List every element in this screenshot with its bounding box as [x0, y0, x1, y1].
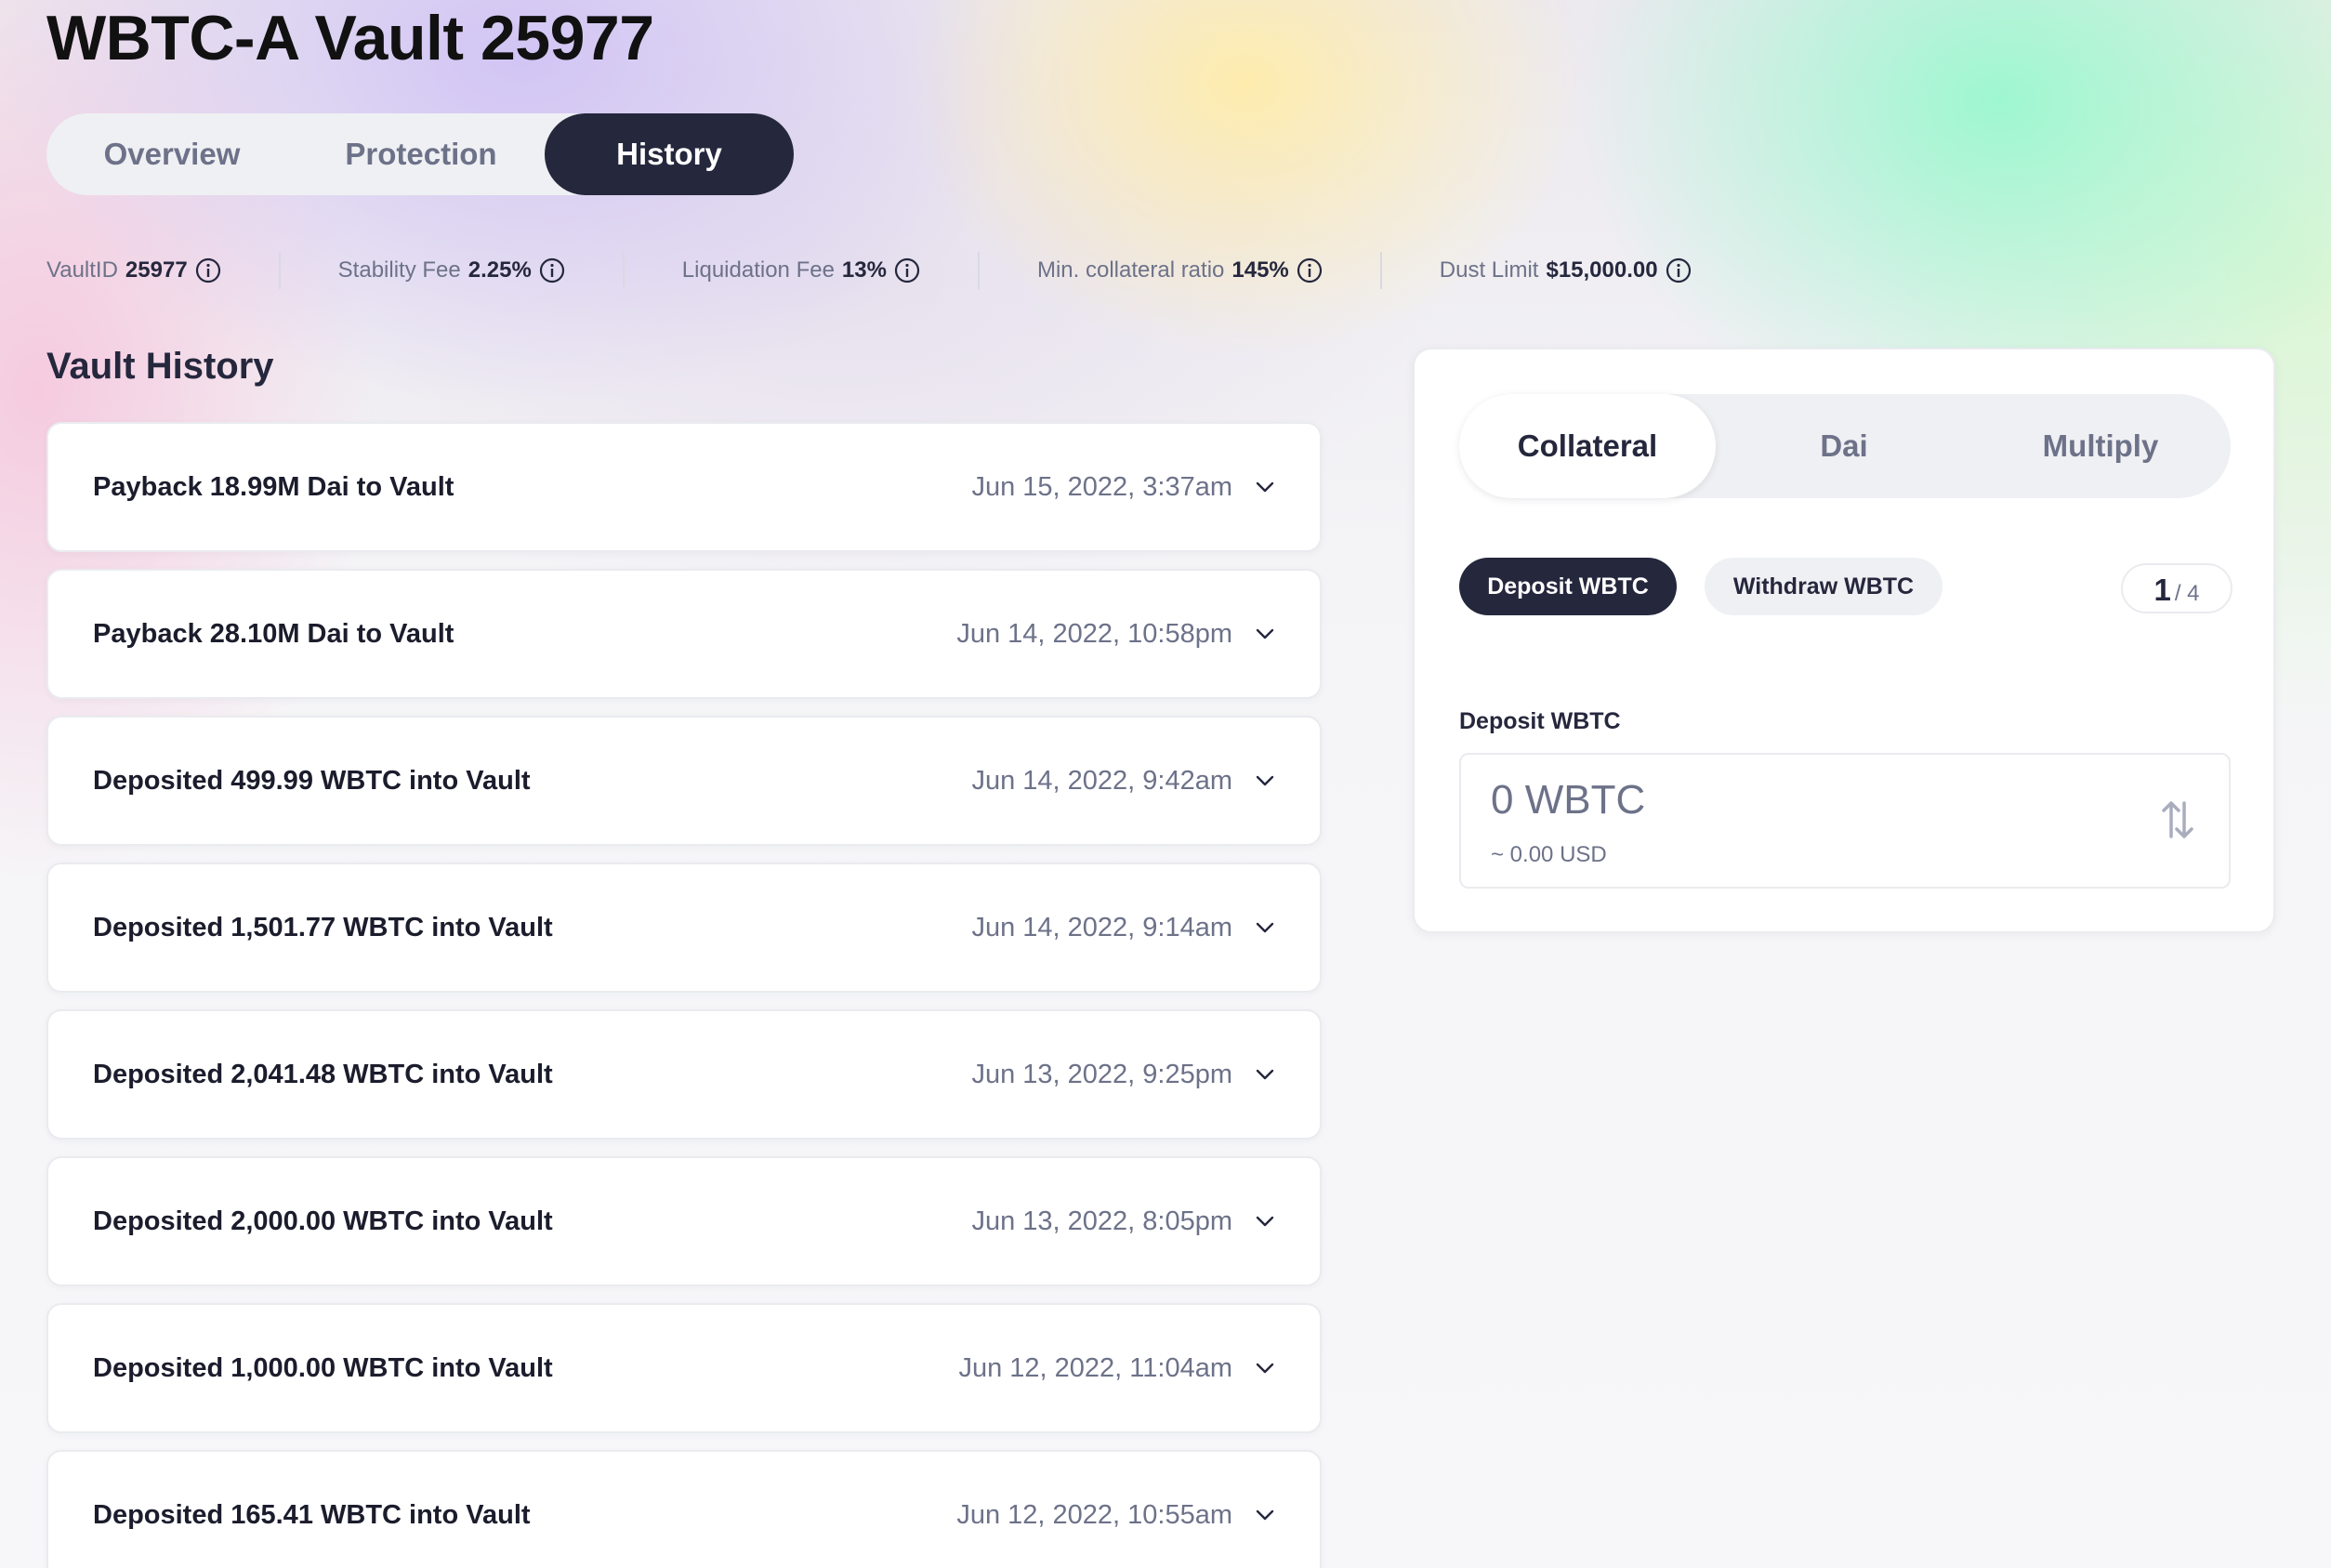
chevron-down-icon[interactable]	[1253, 1503, 1277, 1527]
deposit-usd-value: ~ 0.00 USD	[1491, 842, 1607, 867]
history-item[interactable]: Deposited 165.41 WBTC into Vault Jun 12,…	[46, 1450, 1322, 1568]
info-icon[interactable]	[894, 257, 920, 283]
info-icon[interactable]	[539, 257, 565, 283]
step-total: / 4	[2174, 581, 2200, 606]
chevron-down-icon[interactable]	[1253, 622, 1277, 646]
history-action: Deposited 2,041.48 WBTC into Vault	[93, 1059, 553, 1089]
history-date: Jun 14, 2022, 10:58pm	[956, 618, 1232, 649]
chevron-down-icon[interactable]	[1253, 916, 1277, 940]
tab-history[interactable]: History	[545, 113, 794, 195]
chevron-down-icon[interactable]	[1253, 1209, 1277, 1233]
history-date: Jun 14, 2022, 9:14am	[971, 912, 1232, 942]
history-item[interactable]: Deposited 2,000.00 WBTC into Vault Jun 1…	[46, 1156, 1322, 1286]
vault-history-title: Vault History	[46, 346, 274, 387]
info-icon[interactable]	[1666, 257, 1692, 283]
tab-protection[interactable]: Protection	[297, 113, 545, 195]
stat-value: 13%	[841, 257, 887, 283]
history-date: Jun 13, 2022, 8:05pm	[971, 1206, 1232, 1236]
stat-stability-fee: Stability Fee 2.25%	[338, 257, 565, 283]
history-action: Deposited 165.41 WBTC into Vault	[93, 1499, 531, 1530]
history-item[interactable]: Deposited 2,041.48 WBTC into Vault Jun 1…	[46, 1009, 1322, 1140]
divider	[622, 252, 625, 289]
stat-liquidation-fee: Liquidation Fee 13%	[682, 257, 920, 283]
vault-tabs: Overview Protection History	[46, 113, 794, 195]
history-meta: Jun 13, 2022, 9:25pm	[971, 1060, 1277, 1090]
tab-overview[interactable]: Overview	[46, 113, 297, 195]
tab-dai[interactable]: Dai	[1716, 394, 1972, 498]
deposit-amount-input[interactable]	[1491, 777, 2048, 824]
history-meta: Jun 14, 2022, 10:58pm	[956, 619, 1277, 650]
history-date: Jun 13, 2022, 9:25pm	[971, 1059, 1232, 1089]
page: WBTC-A Vault 25977 Overview Protection H…	[0, 0, 2331, 1568]
history-action: Deposited 1,501.77 WBTC into Vault	[93, 912, 553, 942]
history-action: Payback 28.10M Dai to Vault	[93, 618, 454, 649]
deposit-amount-box: ~ 0.00 USD	[1459, 753, 2231, 889]
history-meta: Jun 14, 2022, 9:14am	[971, 913, 1277, 943]
history-action: Deposited 499.99 WBTC into Vault	[93, 765, 531, 796]
history-date: Jun 12, 2022, 10:55am	[956, 1499, 1232, 1530]
chevron-down-icon[interactable]	[1253, 769, 1277, 793]
divider	[1379, 252, 1382, 289]
history-item[interactable]: Payback 28.10M Dai to Vault Jun 14, 2022…	[46, 569, 1322, 699]
vault-stats: VaultID 25977 Stability Fee 2.25% Liquid…	[46, 249, 1692, 292]
info-icon[interactable]	[1297, 257, 1323, 283]
history-list: Payback 18.99M Dai to Vault Jun 15, 2022…	[46, 422, 1322, 1568]
stat-vault-id: VaultID 25977	[46, 257, 221, 283]
stat-label: VaultID	[46, 257, 118, 283]
deposit-label: Deposit WBTC	[1459, 708, 1621, 734]
history-date: Jun 14, 2022, 9:42am	[971, 765, 1232, 796]
stat-min-collateral-ratio: Min. collateral ratio 145%	[1037, 257, 1323, 283]
history-action: Deposited 1,000.00 WBTC into Vault	[93, 1352, 553, 1383]
history-item[interactable]: Deposited 499.99 WBTC into Vault Jun 14,…	[46, 716, 1322, 846]
manage-vault-panel: Collateral Dai Multiply Deposit WBTC Wit…	[1413, 348, 2275, 933]
stat-label: Min. collateral ratio	[1036, 257, 1225, 283]
deposit-wbtc-button[interactable]: Deposit WBTC	[1459, 558, 1677, 615]
info-icon[interactable]	[195, 257, 221, 283]
history-meta: Jun 15, 2022, 3:37am	[971, 472, 1277, 503]
step-current: 1	[2153, 573, 2171, 607]
chevron-down-icon[interactable]	[1253, 1356, 1277, 1380]
history-item[interactable]: Deposited 1,000.00 WBTC into Vault Jun 1…	[46, 1303, 1322, 1433]
history-meta: Jun 12, 2022, 11:04am	[958, 1353, 1277, 1384]
stat-value: 145%	[1231, 257, 1289, 283]
history-meta: Jun 13, 2022, 8:05pm	[971, 1206, 1277, 1237]
divider	[278, 252, 281, 289]
stat-value: 25977	[125, 257, 188, 283]
history-item[interactable]: Deposited 1,501.77 WBTC into Vault Jun 1…	[46, 863, 1322, 993]
stat-dust-limit: Dust Limit $15,000.00	[1440, 257, 1692, 283]
history-action: Payback 18.99M Dai to Vault	[93, 471, 454, 502]
history-date: Jun 15, 2022, 3:37am	[971, 471, 1232, 502]
stat-label: Dust Limit	[1439, 257, 1539, 283]
chevron-down-icon[interactable]	[1253, 1062, 1277, 1087]
stat-label: Liquidation Fee	[681, 257, 835, 283]
history-action: Deposited 2,000.00 WBTC into Vault	[93, 1206, 553, 1236]
history-meta: Jun 14, 2022, 9:42am	[971, 766, 1277, 797]
history-meta: Jun 12, 2022, 10:55am	[956, 1500, 1277, 1531]
step-indicator: 1 / 4	[2121, 563, 2232, 613]
tab-multiply[interactable]: Multiply	[1972, 394, 2229, 498]
page-title: WBTC-A Vault 25977	[46, 3, 654, 73]
history-date: Jun 12, 2022, 11:04am	[958, 1352, 1232, 1383]
swap-arrows-icon[interactable]	[2158, 796, 2197, 844]
stat-value: $15,000.00	[1546, 257, 1658, 283]
chevron-down-icon[interactable]	[1253, 475, 1277, 499]
stat-value: 2.25%	[468, 257, 532, 283]
divider	[977, 252, 980, 289]
history-item[interactable]: Payback 18.99M Dai to Vault Jun 15, 2022…	[46, 422, 1322, 552]
panel-tabs: Collateral Dai Multiply	[1459, 394, 2231, 498]
tab-collateral[interactable]: Collateral	[1459, 394, 1716, 498]
stat-label: Stability Fee	[337, 257, 461, 283]
withdraw-wbtc-button[interactable]: Withdraw WBTC	[1705, 558, 1942, 615]
